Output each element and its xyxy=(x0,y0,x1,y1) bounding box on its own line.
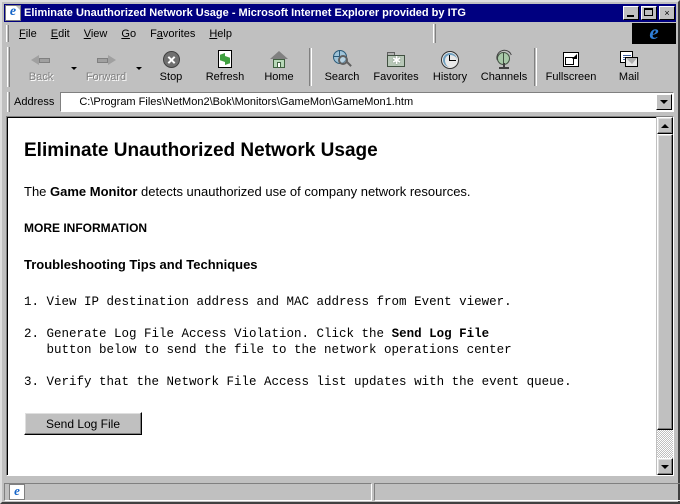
channels-icon xyxy=(493,47,515,70)
step-text: 1. View IP destination address and MAC a… xyxy=(24,295,512,309)
troubleshooting-subheading: Troubleshooting Tips and Techniques xyxy=(24,257,258,272)
page-content: Eliminate Unauthorized Network Usage The… xyxy=(7,117,656,475)
menu-grip-handle[interactable] xyxy=(6,25,9,42)
more-information-heading: MORE INFORMATION xyxy=(24,221,148,235)
scroll-down-button[interactable] xyxy=(657,458,673,475)
page-title: Eliminate Unauthorized Network Usage xyxy=(24,140,378,161)
list-item: 3. Verify that the Network File Access l… xyxy=(24,374,640,390)
forward-dropdown-button[interactable] xyxy=(133,46,144,88)
window-controls: × xyxy=(623,6,675,20)
title-bar[interactable]: e Eliminate Unauthorized Network Usage -… xyxy=(4,4,676,22)
favorites-icon: ✱ xyxy=(385,49,407,70)
toolbar-button-history[interactable]: History xyxy=(423,46,477,88)
page-intro: The Game Monitor detects unauthorized us… xyxy=(24,184,640,199)
mail-icon xyxy=(618,49,640,70)
toolbar-button-forward[interactable]: Forward xyxy=(79,46,133,88)
search-icon xyxy=(331,49,353,70)
step-text: 3. Verify that the Network File Access l… xyxy=(24,375,572,389)
toolbar-button-home[interactable]: Home xyxy=(252,46,306,88)
window-icon: e xyxy=(5,4,21,21)
step-continuation: button below to send the file to the net… xyxy=(46,343,512,357)
menu-item-go[interactable]: Go xyxy=(114,26,143,42)
scrollbar-thumb[interactable] xyxy=(657,134,673,430)
window-title: Eliminate Unauthorized Network Usage - M… xyxy=(24,7,466,19)
scroll-down-icon xyxy=(661,464,669,469)
vertical-scrollbar[interactable] xyxy=(656,117,673,475)
list-item: 2. Generate Log File Access Violation. C… xyxy=(24,326,640,358)
home-icon xyxy=(268,49,290,70)
chevron-down-icon xyxy=(660,100,668,104)
maximize-button[interactable] xyxy=(641,6,657,20)
address-dropdown-button[interactable] xyxy=(656,94,672,110)
list-item: 1. View IP destination address and MAC a… xyxy=(24,294,640,310)
ie-document-icon: e xyxy=(9,484,25,500)
browser-window: e Eliminate Unauthorized Network Usage -… xyxy=(0,0,680,504)
minimize-button[interactable] xyxy=(623,6,639,20)
menu-item-edit[interactable]: Edit xyxy=(44,26,77,42)
menu-item-help[interactable]: Help xyxy=(202,26,239,42)
toolbar-separator xyxy=(534,48,537,86)
step-text: 2. Generate Log File Access Violation. C… xyxy=(24,327,392,341)
forward-arrow-icon xyxy=(95,49,117,70)
intro-product-name: Game Monitor xyxy=(50,184,138,199)
scroll-up-icon xyxy=(661,123,669,128)
toolbar-grip-handle[interactable] xyxy=(7,47,10,87)
menu-item-favorites[interactable]: Favorites xyxy=(143,26,202,42)
address-bar: Address C:\Program Files\NetMon2\Bok\Mon… xyxy=(4,90,676,114)
intro-text-before: The xyxy=(24,184,51,199)
status-message-panel: e xyxy=(4,483,372,501)
address-input[interactable]: C:\Program Files\NetMon2\Bok\Monitors\Ga… xyxy=(60,92,674,112)
toolbar-button-stop[interactable]: Stop xyxy=(144,46,198,88)
address-value: C:\Program Files\NetMon2\Bok\Monitors\Ga… xyxy=(79,96,414,108)
toolbar-button-mail[interactable]: Mail xyxy=(602,46,656,88)
status-progress-panel xyxy=(374,483,680,501)
step-bold-label: Send Log File xyxy=(391,327,490,341)
toolbar-button-back[interactable]: Back xyxy=(14,46,68,88)
address-label: Address xyxy=(14,96,55,108)
fullscreen-icon xyxy=(560,49,582,70)
close-button[interactable]: × xyxy=(659,6,675,20)
menu-item-file[interactable]: File xyxy=(12,26,44,42)
toolbar: Back Forward Stop Refresh Home Search ✱ … xyxy=(4,46,676,90)
logo-separator xyxy=(432,24,436,43)
toolbar-button-refresh[interactable]: Refresh xyxy=(198,46,252,88)
close-icon: × xyxy=(664,8,670,18)
send-log-file-button[interactable]: Send Log File xyxy=(24,412,142,435)
status-bar: e My Computer xyxy=(4,480,680,502)
history-icon xyxy=(439,49,461,70)
toolbar-button-search[interactable]: Search xyxy=(315,46,369,88)
troubleshooting-steps: 1. View IP destination address and MAC a… xyxy=(24,294,640,390)
scroll-up-button[interactable] xyxy=(657,117,673,134)
toolbar-separator xyxy=(309,48,312,86)
toolbar-button-favorites[interactable]: ✱ Favorites xyxy=(369,46,423,88)
intro-text-after: detects unauthorized use of company netw… xyxy=(137,184,471,199)
chevron-down-icon xyxy=(70,66,77,70)
ie-logo-icon: e xyxy=(632,23,676,44)
stop-icon xyxy=(160,49,182,70)
menu-bar: File Edit View Go Favorites Help e xyxy=(4,23,676,44)
content-frame: Eliminate Unauthorized Network Usage The… xyxy=(6,116,674,476)
back-arrow-icon xyxy=(30,49,52,70)
refresh-icon xyxy=(214,49,236,70)
scrollbar-track[interactable] xyxy=(657,134,673,458)
menu-item-view[interactable]: View xyxy=(77,26,115,42)
toolbar-button-fullscreen[interactable]: Fullscreen xyxy=(540,46,602,88)
address-grip-handle[interactable] xyxy=(7,92,10,112)
chevron-down-icon xyxy=(135,66,142,70)
back-dropdown-button[interactable] xyxy=(68,46,79,88)
toolbar-button-channels[interactable]: Channels xyxy=(477,46,531,88)
